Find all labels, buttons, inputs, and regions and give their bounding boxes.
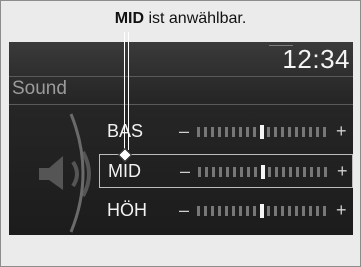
scale-tick (289, 167, 292, 177)
scale-tick (309, 206, 312, 216)
pointer-line (124, 32, 125, 152)
scale-tick (198, 167, 201, 177)
eq-label: BAS (107, 121, 144, 141)
plus-icon[interactable]: + (337, 161, 348, 182)
scale-tick (197, 206, 200, 216)
scale-tick (226, 167, 229, 177)
scale-tick (197, 127, 200, 137)
scale-tick (302, 206, 305, 216)
scale-tick (267, 127, 270, 137)
caption: MID ist anwählbar. (0, 10, 361, 28)
scale-tick (247, 167, 250, 177)
scale-tick (281, 206, 284, 216)
scale-tick (246, 127, 249, 137)
scale-tick (218, 206, 221, 216)
scale-tick (212, 167, 215, 177)
scale-tick (204, 127, 207, 137)
scale-tick (254, 167, 257, 177)
scale-tick (288, 206, 291, 216)
level-indicator (260, 125, 264, 139)
scale-tick (303, 167, 306, 177)
scale-tick (324, 167, 327, 177)
scale-tick (274, 206, 277, 216)
clock: 12:34 (282, 44, 350, 74)
scale-tick (316, 127, 319, 137)
scale-tick (288, 127, 291, 137)
level-indicator (260, 204, 264, 218)
scale-tick (274, 127, 277, 137)
caption-bold: MID (114, 10, 145, 27)
scale-tick (211, 127, 214, 137)
scale-tick (232, 206, 235, 216)
caption-text: ist anwählbar. (144, 10, 247, 27)
plus-icon[interactable]: + (336, 200, 347, 221)
eq-label: HÖH (107, 200, 147, 220)
scale-tick (302, 127, 305, 137)
scale-tick (232, 127, 235, 137)
eq-label: MID (108, 161, 141, 181)
scale-tick (211, 206, 214, 216)
pointer-line (128, 32, 129, 150)
minus-icon[interactable]: – (179, 121, 189, 142)
divider (9, 104, 353, 105)
eq-row-bas[interactable]: BAS – + (99, 115, 353, 149)
scale-tick (309, 127, 312, 137)
level-scale[interactable] (197, 204, 331, 218)
scale-tick (225, 127, 228, 137)
eq-row-mid[interactable]: MID – + (99, 154, 353, 188)
scale-tick (205, 167, 208, 177)
scale-tick (323, 127, 326, 137)
scale-tick (204, 206, 207, 216)
scale-tick (239, 206, 242, 216)
scale-tick (225, 206, 228, 216)
scale-tick (267, 206, 270, 216)
minus-icon[interactable]: – (179, 200, 189, 221)
scale-tick (233, 167, 236, 177)
scale-tick (240, 167, 243, 177)
scale-tick (295, 127, 298, 137)
divider (9, 76, 353, 77)
screen-title: Sound (12, 78, 67, 99)
level-indicator (261, 165, 265, 179)
minus-icon[interactable]: – (180, 161, 190, 182)
scale-tick (239, 127, 242, 137)
scale-tick (218, 127, 221, 137)
scale-tick (281, 127, 284, 137)
level-scale[interactable] (198, 165, 332, 179)
scale-tick (253, 127, 256, 137)
scale-tick (268, 167, 271, 177)
scale-tick (310, 167, 313, 177)
display-screen: 12:34 Sound BAS – + MID – + HÖH – + (9, 42, 353, 235)
scale-tick (253, 206, 256, 216)
scale-tick (275, 167, 278, 177)
arc-icon (69, 113, 85, 233)
level-scale[interactable] (197, 125, 331, 139)
scale-tick (323, 206, 326, 216)
scale-tick (282, 167, 285, 177)
scale-tick (317, 167, 320, 177)
scale-tick (316, 206, 319, 216)
scale-tick (246, 206, 249, 216)
eq-row-höh[interactable]: HÖH – + (99, 194, 353, 228)
scale-tick (219, 167, 222, 177)
scale-tick (295, 206, 298, 216)
scale-tick (296, 167, 299, 177)
plus-icon[interactable]: + (336, 121, 347, 142)
